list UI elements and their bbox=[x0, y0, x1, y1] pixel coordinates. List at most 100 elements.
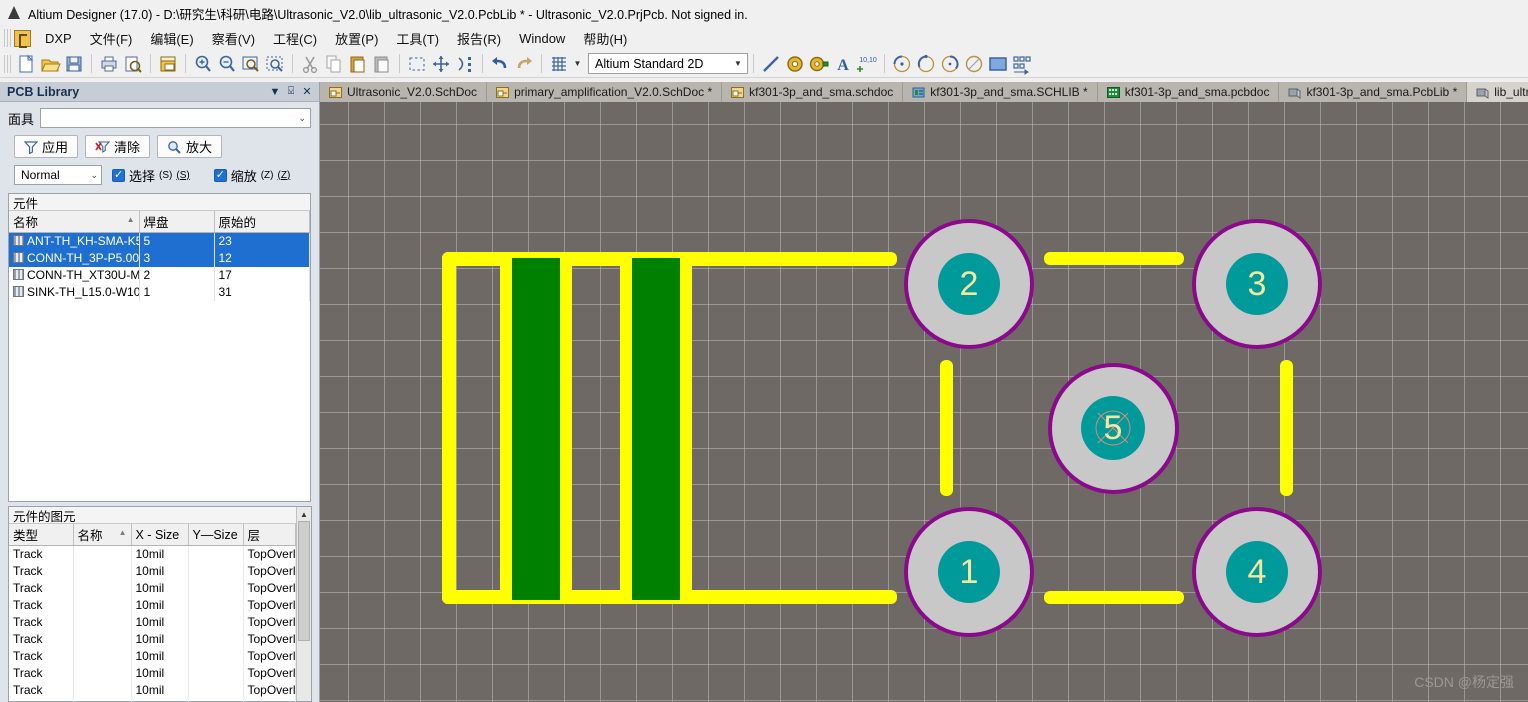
components-col-name[interactable]: 名称 ▲ bbox=[9, 211, 140, 233]
align-icon[interactable] bbox=[454, 53, 476, 75]
arc-any-angle-icon[interactable] bbox=[939, 53, 961, 75]
redo-icon[interactable] bbox=[513, 53, 535, 75]
table-row[interactable]: Track 10mil TopOverlay bbox=[9, 579, 296, 597]
zoom-button[interactable]: 放大 bbox=[157, 135, 223, 158]
sort-ascending-icon: ▲ bbox=[118, 528, 127, 537]
print-icon[interactable] bbox=[98, 53, 120, 75]
mask-input[interactable]: ⌄ bbox=[40, 108, 311, 128]
table-row[interactable]: Track 10mil TopOverlay bbox=[9, 545, 296, 563]
pin-icon[interactable]: ⍌ bbox=[283, 84, 299, 100]
tab-ultrasonic-schdoc[interactable]: Ultrasonic_V2.0.SchDoc bbox=[320, 82, 488, 102]
coordinate-icon[interactable]: 10,10 bbox=[856, 53, 878, 75]
pad-4[interactable]: 4 bbox=[1192, 507, 1322, 637]
clear-button[interactable]: 清除 bbox=[85, 135, 151, 158]
tab-kf301-schlib[interactable]: kf301-3p_and_sma.SCHLIB * bbox=[903, 82, 1098, 102]
table-row[interactable]: Track 10mil TopOverlay bbox=[9, 698, 296, 702]
primitive-ysize-cell bbox=[188, 698, 244, 702]
menu-item-dxp[interactable]: DXP bbox=[36, 29, 81, 48]
menu-item-place[interactable]: 放置(P) bbox=[326, 27, 387, 50]
zoom-area-icon[interactable] bbox=[240, 53, 262, 75]
tab-lib-ultrasonic-pcblib[interactable]: lib_ultrasonic_V2.0.PcbLib * bbox=[1467, 82, 1528, 102]
table-row[interactable]: Track 10mil TopOverlay bbox=[9, 647, 296, 665]
apply-button[interactable]: 应用 bbox=[14, 135, 79, 158]
primitives-col-ysize[interactable]: Y—Size bbox=[188, 524, 244, 546]
pad-5[interactable]: 5 bbox=[1048, 363, 1179, 494]
pad-1[interactable]: 1 bbox=[904, 507, 1034, 637]
primitives-col-name[interactable]: 名称 ▲ bbox=[73, 524, 132, 546]
table-row[interactable]: Track 10mil TopOverlay bbox=[9, 562, 296, 580]
primitives-col-type[interactable]: 类型 bbox=[9, 524, 74, 546]
line-icon[interactable] bbox=[760, 53, 782, 75]
table-row[interactable]: Track 10mil TopOverlay bbox=[9, 630, 296, 648]
table-row[interactable]: Track 10mil TopOverlay bbox=[9, 596, 296, 614]
options-row: Normal ⌄ 选择 (S) (S) 缩放 (Z) (Z) bbox=[0, 161, 319, 191]
menu-item-reports[interactable]: 报告(R) bbox=[448, 27, 510, 50]
zoom-checkbox[interactable]: 缩放 (Z) (Z) bbox=[213, 166, 290, 185]
select-area-icon[interactable] bbox=[406, 53, 428, 75]
menu-item-project[interactable]: 工程(C) bbox=[264, 27, 326, 50]
tab-kf301-pcblib[interactable]: kf301-3p_and_sma.PcbLib * bbox=[1279, 82, 1468, 102]
component-array-icon[interactable] bbox=[1011, 53, 1033, 75]
select-checkbox[interactable]: 选择 (S) (S) bbox=[112, 166, 190, 185]
primitives-scrollbar[interactable]: ▲ bbox=[296, 507, 311, 701]
zoom-in-icon[interactable] bbox=[192, 53, 214, 75]
pad-icon[interactable] bbox=[784, 53, 806, 75]
table-row[interactable]: Track 10mil TopOverlay bbox=[9, 613, 296, 631]
menu-item-help[interactable]: 帮助(H) bbox=[574, 27, 636, 50]
pad-3[interactable]: 3 bbox=[1192, 219, 1322, 349]
select-mode-combo[interactable]: Normal ⌄ bbox=[14, 165, 102, 185]
scroll-up-arrow-icon[interactable]: ▲ bbox=[297, 507, 311, 521]
open-folder-icon[interactable] bbox=[39, 53, 61, 75]
tab-kf301-schdoc[interactable]: kf301-3p_and_sma.schdoc bbox=[722, 82, 904, 102]
table-row[interactable]: Track 10mil TopOverlay bbox=[9, 681, 296, 699]
components-empty-area[interactable] bbox=[9, 300, 310, 501]
full-circle-icon[interactable] bbox=[963, 53, 985, 75]
table-row[interactable]: SINK-TH_L15.0-W10.5 1 31 bbox=[9, 283, 310, 301]
menu-grip-handle[interactable] bbox=[4, 29, 11, 47]
toolbar-grip-handle[interactable] bbox=[4, 54, 11, 73]
primitives-col-xsize[interactable]: X - Size bbox=[131, 524, 189, 546]
table-row[interactable]: CONN-TH_XT30U-M 2 17 bbox=[9, 266, 310, 284]
table-row[interactable]: ANT-TH_KH-SMA-K51 5 23 bbox=[9, 232, 310, 250]
menu-item-view[interactable]: 察看(V) bbox=[203, 27, 264, 50]
pad-2[interactable]: 2 bbox=[904, 219, 1034, 349]
view-configuration-combo[interactable]: Altium Standard 2D ▼ bbox=[588, 53, 748, 74]
grid-dropdown-arrow-icon[interactable]: ▼ bbox=[571, 53, 584, 75]
copy-icon[interactable] bbox=[323, 53, 345, 75]
components-col-primitives[interactable]: 原始的 bbox=[214, 211, 310, 233]
undo-icon[interactable] bbox=[489, 53, 511, 75]
components-col-pads[interactable]: 焊盘 bbox=[139, 211, 215, 233]
string-icon[interactable]: A bbox=[832, 53, 854, 75]
menu-item-file[interactable]: 文件(F) bbox=[81, 27, 142, 50]
menu-item-tools[interactable]: 工具(T) bbox=[387, 27, 448, 50]
chevron-down-icon[interactable]: ▼ bbox=[267, 84, 283, 100]
grid-icon[interactable] bbox=[548, 53, 570, 75]
component-name-cell: CONN-TH_3P-P5.00_K bbox=[9, 249, 140, 267]
scrollbar-thumb[interactable] bbox=[298, 521, 310, 641]
table-row[interactable]: CONN-TH_3P-P5.00_K 3 12 bbox=[9, 249, 310, 267]
close-icon[interactable]: ✕ bbox=[299, 84, 315, 100]
tab-kf301-pcbdoc[interactable]: kf301-3p_and_sma.pcbdoc bbox=[1097, 82, 1280, 102]
pcb-canvas[interactable]: 2 3 5 1 4 CSDN @杨定强 bbox=[320, 102, 1528, 702]
tab-primary-amplification-schdoc[interactable]: primary_amplification_V2.0.SchDoc * bbox=[487, 82, 723, 102]
fill-rectangle-icon[interactable] bbox=[987, 53, 1009, 75]
primitives-col-layer[interactable]: 层 bbox=[243, 524, 296, 546]
new-document-icon[interactable] bbox=[15, 53, 37, 75]
paste-special-icon[interactable] bbox=[371, 53, 393, 75]
via-icon[interactable] bbox=[808, 53, 830, 75]
arc-center-icon[interactable] bbox=[891, 53, 913, 75]
menu-item-edit[interactable]: 编辑(E) bbox=[141, 27, 202, 50]
zoom-selected-icon[interactable] bbox=[264, 53, 286, 75]
table-row[interactable]: Track 10mil TopOverlay bbox=[9, 664, 296, 682]
move-icon[interactable] bbox=[430, 53, 452, 75]
arc-edge-icon[interactable] bbox=[915, 53, 937, 75]
save-icon[interactable] bbox=[63, 53, 85, 75]
cut-icon[interactable] bbox=[299, 53, 321, 75]
zoom-out-icon[interactable] bbox=[216, 53, 238, 75]
primitive-layer-cell: TopOverlay bbox=[243, 647, 296, 665]
board-insight-icon[interactable] bbox=[157, 53, 179, 75]
print-preview-icon[interactable] bbox=[122, 53, 144, 75]
tab-label: kf301-3p_and_sma.PcbLib * bbox=[1306, 85, 1458, 99]
paste-icon[interactable] bbox=[347, 53, 369, 75]
menu-item-window[interactable]: Window bbox=[510, 29, 574, 48]
